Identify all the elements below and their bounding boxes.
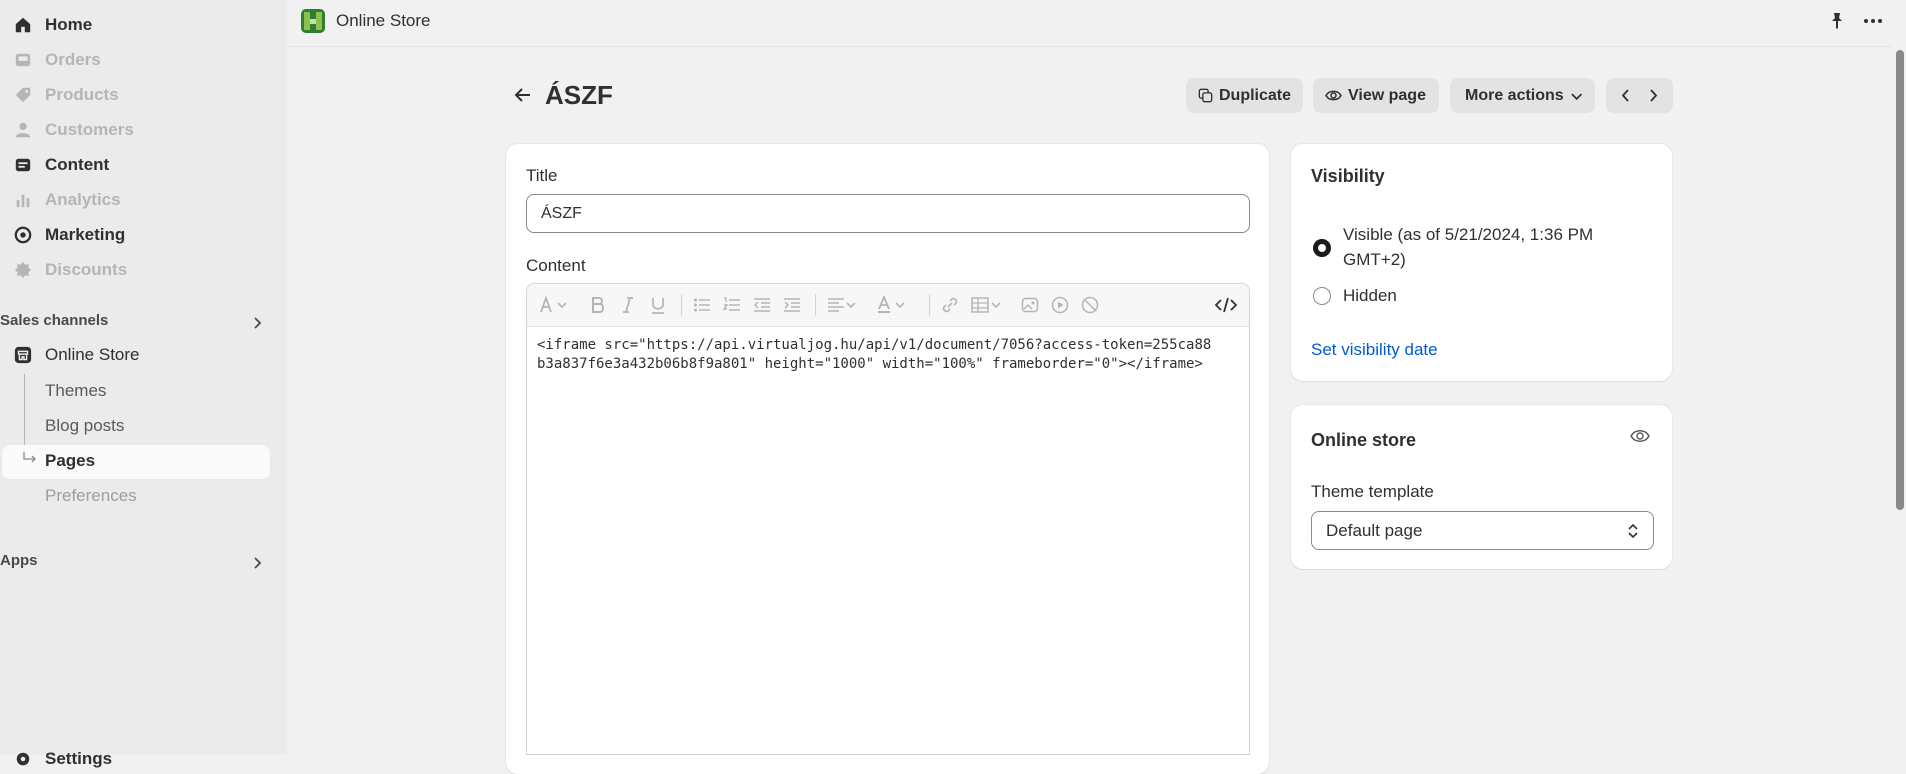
sidebar-item-label: Marketing — [45, 225, 126, 244]
image-icon[interactable] — [1021, 296, 1039, 314]
text-color-icon[interactable] — [877, 296, 907, 314]
inbox-icon — [15, 53, 31, 67]
hidden-radio[interactable] — [1313, 287, 1331, 305]
duplicate-icon — [1198, 88, 1213, 103]
store-name: Online Store — [336, 11, 431, 30]
chevron-right-icon[interactable] — [250, 556, 264, 570]
outdent-icon[interactable] — [753, 296, 771, 314]
target-icon — [14, 226, 32, 244]
chevron-left-icon[interactable] — [1618, 88, 1633, 103]
visibility-title: Visibility — [1311, 166, 1385, 186]
duplicate-label: Duplicate — [1218, 86, 1291, 104]
visible-radio[interactable] — [1313, 239, 1331, 257]
content-icon — [15, 158, 31, 172]
apps-title: Apps — [0, 552, 38, 569]
title-label: Title — [526, 166, 558, 185]
title-input[interactable]: ÁSZF — [526, 194, 1250, 233]
chevron-right-icon[interactable] — [250, 316, 264, 330]
pin-icon[interactable] — [1828, 12, 1846, 30]
link-icon[interactable] — [941, 296, 959, 314]
prev-next-group — [1606, 78, 1673, 113]
bullet-list-icon[interactable] — [693, 296, 711, 314]
underline-icon[interactable] — [649, 296, 667, 314]
set-visibility-date-link[interactable]: Set visibility date — [1311, 340, 1438, 360]
theme-template-select[interactable]: Default page — [1311, 511, 1654, 550]
sidebar-active-highlight — [2, 445, 270, 479]
more-horizontal-icon[interactable] — [1862, 12, 1884, 30]
eye-icon — [1325, 90, 1342, 101]
toolbar-divider — [681, 294, 682, 316]
sales-channels-title: Sales channels — [0, 312, 109, 329]
sidebar-item-label: Content — [45, 155, 110, 174]
editor-toolbar — [527, 284, 1249, 327]
discount-icon — [14, 261, 32, 279]
store-icon — [14, 346, 32, 364]
sidebar-sub-item-pages[interactable]: Pages — [45, 451, 95, 471]
content-editor: <iframe src="https://api.virtualjog.hu/a… — [526, 283, 1250, 755]
page-title: ÁSZF — [545, 80, 613, 110]
bar-chart-icon — [16, 194, 30, 208]
table-icon[interactable] — [971, 296, 1003, 314]
scrollbar[interactable] — [1892, 46, 1906, 755]
content-code-textarea[interactable]: <iframe src="https://api.virtualjog.hu/a… — [537, 336, 1217, 374]
chevron-down-icon — [1570, 92, 1582, 100]
theme-template-value: Default page — [1326, 520, 1423, 540]
text-format-icon[interactable] — [539, 296, 569, 314]
sidebar-item-label: Customers — [45, 120, 134, 139]
clear-format-icon[interactable] — [1081, 296, 1099, 314]
sidebar-sub-item-themes[interactable]: Themes — [45, 381, 106, 401]
view-page-button[interactable]: View page — [1313, 78, 1439, 113]
visible-radio-label: Visible (as of 5/21/2024, 1:36 PM GMT+2) — [1343, 225, 1594, 269]
home-icon — [15, 17, 31, 33]
eye-icon[interactable] — [1630, 427, 1650, 445]
sidebar-item-label: Settings — [45, 749, 113, 768]
video-icon[interactable] — [1051, 296, 1069, 314]
toolbar-divider — [929, 294, 930, 316]
code-view-icon[interactable] — [1215, 296, 1237, 314]
chevron-right-icon[interactable] — [1646, 88, 1661, 103]
sidebar-item-label: Discounts — [45, 260, 128, 279]
align-icon[interactable] — [827, 296, 857, 314]
sidebar-item-label: Online Store — [45, 345, 140, 364]
sidebar-item-label: Analytics — [45, 190, 121, 209]
sidebar: Home Orders Products Customers Content A… — [0, 0, 287, 768]
person-icon — [15, 122, 31, 138]
theme-template-label: Theme template — [1311, 482, 1434, 501]
tag-icon — [15, 87, 31, 103]
online-store-title: Online store — [1311, 430, 1417, 450]
view-page-label: View page — [1348, 86, 1426, 104]
italic-icon[interactable] — [619, 296, 637, 314]
scrollbar-thumb[interactable] — [1896, 50, 1904, 510]
content-label: Content — [526, 256, 586, 275]
more-actions-button[interactable]: More actions — [1450, 78, 1595, 113]
sidebar-sub-item-blog-posts[interactable]: Blog posts — [45, 416, 124, 436]
sidebar-item-label: Orders — [45, 50, 101, 69]
gear-icon — [16, 752, 30, 766]
indent-icon[interactable] — [783, 296, 801, 314]
tree-branch-icon — [23, 452, 36, 463]
top-bar: Online Store — [287, 0, 1906, 47]
duplicate-button[interactable]: Duplicate — [1186, 78, 1303, 113]
more-actions-label: More actions — [1465, 86, 1564, 104]
sidebar-item-label: Home — [45, 15, 93, 34]
sidebar-item-label: Products — [45, 85, 119, 104]
sidebar-sub-item-preferences[interactable]: Preferences — [45, 486, 137, 506]
online-store-logo-icon — [301, 9, 325, 33]
bold-icon[interactable] — [589, 296, 607, 314]
back-arrow-icon[interactable] — [510, 82, 536, 108]
hidden-radio-label: Hidden — [1343, 286, 1397, 305]
toolbar-divider — [815, 294, 816, 316]
numbered-list-icon[interactable] — [723, 296, 741, 314]
select-arrows-icon — [1628, 523, 1638, 539]
